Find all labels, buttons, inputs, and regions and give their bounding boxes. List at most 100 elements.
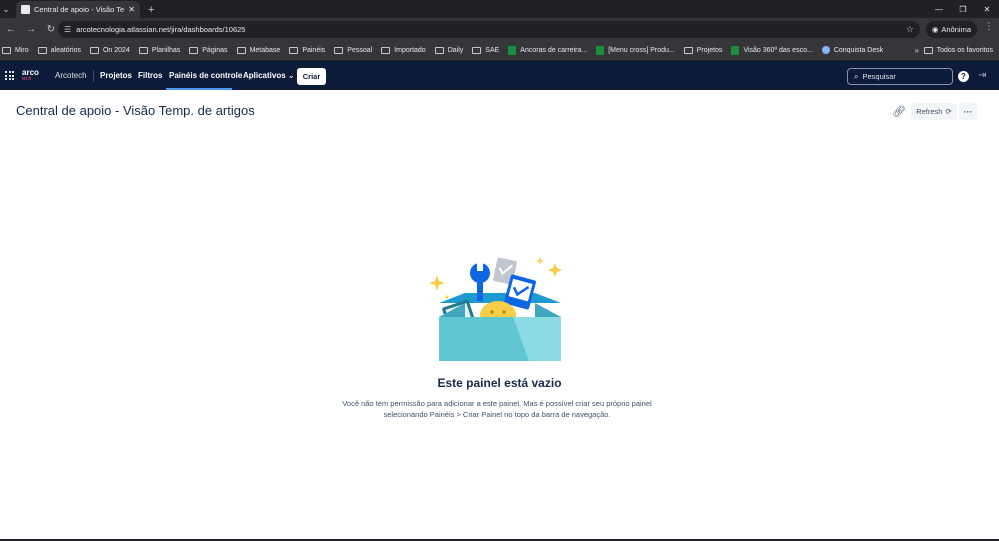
nav-divider — [93, 70, 94, 82]
help-icon[interactable]: ? — [958, 71, 969, 82]
bookmarks-bar: Miro aleatórios On 2024 Planilhas Páginas Met… — [0, 41, 999, 60]
forward-icon[interactable]: → — [22, 21, 40, 39]
bookmark-label: Miro — [15, 46, 29, 54]
chevron-down-icon: ⌄ — [287, 71, 295, 80]
tab-search-icon[interactable]: ⌄ — [0, 0, 12, 18]
incognito-label: Anônima — [941, 25, 971, 34]
bookmark-item[interactable]: Miro — [2, 46, 29, 54]
site-info-icon[interactable]: ☰ — [64, 25, 71, 34]
bookmark-label: Projetos — [696, 46, 723, 54]
bookmark-label: Páginas — [202, 46, 228, 54]
tab-close-icon[interactable]: ✕ — [128, 5, 135, 14]
app-switcher-icon[interactable] — [5, 71, 14, 80]
refresh-label: Refresh — [916, 107, 943, 116]
url-text[interactable]: arcotecnologia.atlassian.net/jira/dashbo… — [76, 25, 245, 34]
bookmark-item[interactable]: Pessoal — [334, 46, 373, 54]
copy-link-icon[interactable]: 🔗︎ — [892, 105, 906, 118]
bookmark-label: [Menu cross] Produ... — [608, 46, 675, 54]
bookmark-item[interactable]: Planilhas — [138, 46, 181, 54]
refresh-button[interactable]: Refresh ⟳ — [911, 103, 957, 120]
bookmark-item[interactable]: Daily — [434, 46, 464, 54]
bookmark-label: Metabase — [249, 46, 281, 54]
nav-dashboards[interactable]: Painéis de controle — [169, 71, 242, 80]
bookmark-item[interactable]: Ancoras de carreira... — [508, 45, 588, 55]
folder-icon — [189, 46, 199, 54]
empty-state-description: Você não tem permissão para adicionar a … — [342, 399, 652, 419]
folder-icon — [236, 46, 246, 54]
bookmark-item[interactable]: SAE — [472, 46, 500, 54]
refresh-icon: ⟳ — [945, 107, 952, 116]
bookmark-label: Ancoras de carreira... — [520, 46, 588, 54]
folder-icon — [138, 46, 148, 54]
arcotech-logo[interactable]: arco tech — [22, 69, 39, 83]
folder-icon — [2, 46, 11, 54]
folder-icon — [334, 46, 344, 54]
active-nav-indicator — [166, 88, 232, 90]
bookmark-label: Visão 360º das esco... — [743, 46, 813, 54]
bookmark-item[interactable]: Páginas — [189, 46, 228, 54]
logo-text-top: arco — [22, 68, 39, 77]
bookmark-item[interactable]: Projetos — [683, 46, 723, 54]
search-placeholder: Pesquisar — [862, 72, 896, 81]
tab-strip: ⌄ Central de apoio - Visão Temp. ✕ + — [0, 0, 999, 18]
jira-favicon-icon — [21, 5, 30, 14]
incognito-badge[interactable]: ◉ Anônima — [925, 21, 977, 38]
bookmark-item[interactable]: On 2024 — [89, 46, 130, 54]
bookmark-item[interactable]: [Menu cross] Produ... — [596, 45, 675, 55]
all-bookmarks[interactable]: Todos os favoritos — [923, 46, 993, 54]
folder-icon — [472, 46, 482, 54]
folder-icon — [381, 46, 391, 54]
nav-apps-label: Aplicativos — [243, 71, 286, 80]
desk-icon — [821, 46, 830, 54]
bookmark-item[interactable]: Visão 360º das esco... — [731, 45, 813, 55]
folder-icon — [683, 46, 693, 54]
bookmark-item[interactable]: Importado — [381, 46, 426, 54]
browser-chrome: ⌄ Central de apoio - Visão Temp. ✕ + — ❐… — [0, 0, 999, 61]
bookmark-label: Daily — [447, 46, 464, 54]
new-tab-icon[interactable]: + — [148, 1, 154, 18]
log-in-icon[interactable]: ⇥ — [978, 70, 986, 81]
bookmark-label: Conquista Desk — [833, 46, 884, 54]
site-name[interactable]: Arcotech — [55, 71, 87, 80]
bookmark-star-icon[interactable]: ☆ — [906, 24, 914, 35]
sheets-icon — [508, 45, 517, 55]
bookmark-item[interactable]: Metabase — [236, 46, 281, 54]
browser-tab[interactable]: Central de apoio - Visão Temp. ✕ — [16, 1, 140, 18]
bookmark-label: aleatórios — [50, 46, 81, 54]
incognito-icon: ◉ — [931, 25, 939, 34]
bookmark-item[interactable]: Painéis — [289, 46, 326, 54]
nav-projects[interactable]: Projetos — [100, 71, 132, 80]
logo-text-bottom: tech — [22, 76, 32, 82]
folder-icon — [89, 46, 99, 54]
folder-icon — [434, 46, 444, 54]
address-bar[interactable]: ☰ arcotecnologia.atlassian.net/jira/dash… — [58, 21, 920, 38]
sheets-icon — [596, 45, 605, 55]
more-actions-button[interactable]: ··· — [959, 103, 977, 120]
page-title: Central de apoio - Visão Temp. de artigo… — [16, 103, 255, 118]
bookmark-label: Planilhas — [151, 46, 181, 54]
restore-icon[interactable]: ❐ — [951, 0, 975, 18]
app-navigation-bar: arco tech Arcotech Projetos Filtros Pain… — [0, 61, 999, 90]
close-window-icon[interactable]: ✕ — [975, 0, 999, 18]
folder-icon — [923, 46, 933, 54]
bookmark-label: Painéis — [302, 46, 326, 54]
create-button[interactable]: Criar — [297, 68, 326, 85]
back-icon[interactable]: ← — [2, 21, 20, 39]
nav-filters[interactable]: Filtros — [138, 71, 162, 80]
minimize-icon[interactable]: — — [927, 0, 951, 18]
bookmark-label: SAE — [485, 46, 500, 54]
search-icon: ⌕ — [854, 71, 859, 81]
bookmarks-overflow-icon[interactable]: » — [915, 46, 919, 55]
sheets-icon — [731, 45, 740, 55]
browser-menu-icon[interactable]: ⋮ — [983, 21, 995, 32]
bookmark-label: On 2024 — [102, 46, 130, 54]
bookmark-item[interactable]: Conquista Desk — [821, 46, 884, 54]
window-controls: — ❐ ✕ — [927, 0, 999, 18]
search-input[interactable]: ⌕ Pesquisar — [847, 68, 953, 85]
nav-apps[interactable]: Aplicativos ⌄ — [243, 71, 295, 80]
bookmark-item[interactable]: aleatórios — [37, 46, 81, 54]
empty-state-title: Este painel está vazio — [437, 376, 562, 390]
empty-dashboard-illustration — [429, 257, 562, 361]
bookmark-label: Pessoal — [347, 46, 373, 54]
folder-icon — [37, 46, 47, 54]
